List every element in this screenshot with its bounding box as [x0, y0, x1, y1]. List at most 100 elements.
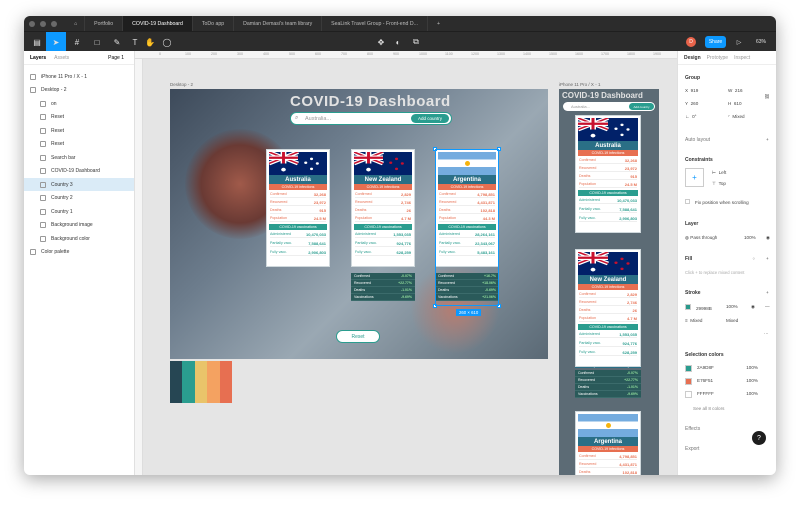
y-field[interactable]: Y 260 [685, 101, 698, 106]
window-close-icon[interactable] [29, 20, 35, 27]
zoom-level[interactable]: 63% [750, 32, 772, 52]
corner-radius-field[interactable]: ◜ Mixed [728, 114, 745, 120]
effects-title[interactable]: Effects [685, 426, 700, 432]
fill-styles-icon[interactable]: ⁘ [752, 256, 756, 262]
constrain-proportions-icon[interactable]: ⛓ [764, 94, 770, 100]
window-zoom-icon[interactable] [51, 20, 57, 27]
add-stroke-icon[interactable]: + [766, 290, 769, 295]
tab-covid-dashboard[interactable]: COVID-19 Dashboard [123, 16, 193, 31]
search-input[interactable]: Australia... [305, 116, 331, 122]
layer-row[interactable]: Country 1 [24, 205, 134, 218]
boolean-icon[interactable]: ⧉ [408, 32, 424, 52]
share-button[interactable]: Share [705, 36, 726, 48]
add-fill-icon[interactable]: + [766, 256, 769, 261]
country-card-au[interactable]: Australia COVID-19 infections Confirmed 32,… [575, 115, 641, 233]
h-field[interactable]: H 610 [728, 101, 742, 106]
mask-icon[interactable]: ◐ [391, 32, 405, 52]
fix-position-checkbox[interactable]: Fix position when scrolling [685, 199, 749, 205]
layer-row[interactable]: Background image [24, 219, 134, 232]
layer-row[interactable]: Search bar [24, 151, 134, 164]
stroke-more-icon[interactable]: ⋯ [764, 331, 769, 337]
phone-add-button[interactable]: Add country [629, 103, 654, 110]
auto-layout-title[interactable]: Auto layout [685, 137, 710, 143]
frame-tool-icon[interactable]: # [68, 32, 86, 52]
help-button[interactable]: ? [752, 431, 766, 445]
add-auto-layout-icon[interactable]: + [766, 137, 769, 142]
stroke-remove-icon[interactable]: — [765, 304, 770, 309]
selection-color-row[interactable]: 2A9D8F 100% [685, 365, 770, 372]
country-card-nz[interactable]: New Zealand COVID-19 infections Confirmed 2… [575, 249, 641, 367]
reset-button[interactable]: Reset [336, 330, 380, 343]
layer-row[interactable]: Reset [24, 111, 134, 124]
add-country-button[interactable]: Add country [411, 114, 449, 123]
visibility-eye-icon[interactable]: ◉ [766, 235, 770, 241]
country-card-au[interactable]: Australia COVID-19 infections Confirmed 32,… [266, 149, 330, 267]
stroke-opacity[interactable]: 100% [726, 304, 738, 309]
layer-row[interactable]: Reset [24, 124, 134, 137]
selection-handle[interactable] [497, 304, 501, 308]
blend-mode-select[interactable]: ◍ Pass through [685, 235, 717, 241]
rotation-field[interactable]: ∟ 0° [685, 114, 696, 119]
move-tool-icon[interactable]: ➤ [46, 32, 66, 52]
layer-row[interactable]: Background color [24, 232, 134, 245]
constraint-vertical[interactable]: ⊤ Top [712, 181, 726, 187]
country-card-ar[interactable]: Argentina COVID-19 infections Confirmed 4,7… [575, 411, 641, 475]
stroke-position[interactable]: Mixed [726, 318, 738, 323]
canvas[interactable]: 0 100 200 300 400 500 600 700 800 900 1000 1100 1200… [135, 51, 677, 475]
layer-row[interactable]: Desktop - 2 [24, 84, 134, 97]
color-palette[interactable] [170, 361, 233, 403]
layer-row[interactable]: iPhone 11 Pro / X - 1 [24, 70, 134, 83]
hand-tool-icon[interactable]: ✋ [143, 32, 157, 52]
phone-search-bar[interactable]: Australia... Add country [563, 102, 655, 111]
stroke-eye-icon[interactable]: ◉ [751, 304, 755, 310]
stroke-color-row[interactable]: 29998B [685, 304, 712, 311]
layer-opacity[interactable]: 100% [744, 235, 756, 240]
home-icon[interactable]: ⌂ [67, 16, 86, 31]
tab-design[interactable]: Design [684, 55, 701, 61]
page-selector[interactable]: Page 1 [108, 55, 124, 61]
x-field[interactable]: X 919 [685, 88, 698, 93]
stroke-weight[interactable]: ≡ Mixed [685, 318, 703, 323]
tab-portfolio[interactable]: Portfolio [85, 16, 124, 31]
country-card-ar[interactable]: Argentina COVID-19 infections Confirmed 4,7… [435, 149, 499, 267]
window-minimize-icon[interactable] [40, 20, 46, 27]
selection-handle[interactable] [497, 147, 501, 151]
layer-row[interactable]: Reset [24, 138, 134, 151]
tab-layers[interactable]: Layers [30, 55, 46, 61]
selection-color-row[interactable]: E76F51 100% [685, 378, 770, 385]
phone-search-input[interactable]: Australia... [571, 104, 590, 109]
export-title[interactable]: Export [685, 446, 699, 452]
country-card-nz[interactable]: New Zealand COVID-19 infections Confirmed 2… [351, 149, 415, 267]
present-icon[interactable]: ▷ [732, 32, 746, 52]
layer-row[interactable]: Country 2 [24, 192, 134, 205]
main-menu-icon[interactable]: ▤ [28, 32, 46, 52]
layer-row[interactable]: on [24, 97, 134, 110]
layer-row[interactable]: Country 3 [24, 178, 134, 191]
w-field[interactable]: W 216 [728, 88, 743, 93]
comment-tool-icon[interactable]: ◯ [160, 32, 174, 52]
avatar[interactable]: D [686, 37, 696, 47]
tab-todo[interactable]: ToDo app [193, 16, 235, 31]
tab-team-library[interactable]: Damian Demasi's team library [234, 16, 323, 31]
frame-label-phone[interactable]: iPhone 11 Pro / X - 1 [559, 82, 600, 87]
frame-label-desktop[interactable]: Desktop - 2 [170, 82, 193, 87]
pen-tool-icon[interactable]: ✎ [108, 32, 126, 52]
selection-handle[interactable] [433, 304, 437, 308]
see-all-colors[interactable]: See all 8 colors [693, 406, 724, 411]
text-tool-icon[interactable]: T [128, 32, 142, 52]
tab-assets[interactable]: Assets [54, 55, 69, 61]
search-bar[interactable]: ⌕ Australia... Add country [290, 112, 452, 125]
constraint-horizontal[interactable]: ⊢ Left [712, 170, 726, 176]
layer-row[interactable]: COVID-19 Dashboard [24, 165, 134, 178]
tab-sealink[interactable]: SeaLink Travel Group - Front-end D... [322, 16, 428, 31]
tab-inspect[interactable]: Inspect [734, 55, 750, 61]
selection-handle[interactable] [433, 147, 437, 151]
layer-row[interactable]: Color palette [24, 246, 134, 259]
shape-tool-icon[interactable]: □ [88, 32, 106, 52]
new-tab-icon[interactable]: + [428, 16, 449, 31]
tab-prototype[interactable]: Prototype [707, 55, 728, 61]
selection-color-row[interactable]: FFFFFF 100% [685, 391, 770, 398]
component-icon[interactable]: ✥ [374, 32, 388, 52]
constraints-widget[interactable]: + [685, 168, 704, 187]
phone-frame[interactable]: COVID-19 Dashboard Australia... Add coun… [559, 89, 659, 475]
